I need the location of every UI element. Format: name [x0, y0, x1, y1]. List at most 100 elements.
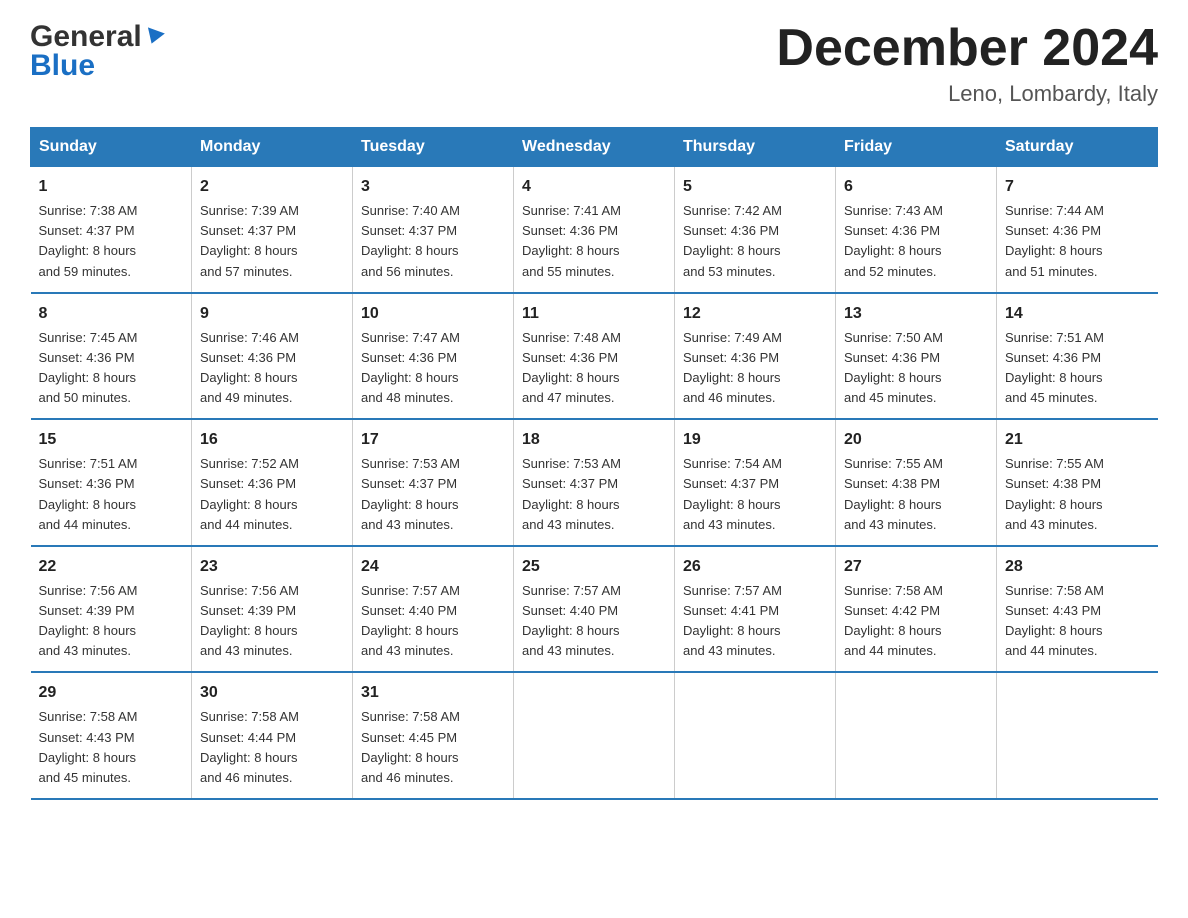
day-cell: 3Sunrise: 7:40 AMSunset: 4:37 PMDaylight… — [353, 167, 514, 293]
day-info: Sunrise: 7:47 AMSunset: 4:36 PMDaylight:… — [361, 328, 505, 409]
day-cell: 25Sunrise: 7:57 AMSunset: 4:40 PMDayligh… — [514, 546, 675, 673]
day-info: Sunrise: 7:58 AMSunset: 4:43 PMDaylight:… — [1005, 581, 1150, 662]
day-cell: 19Sunrise: 7:54 AMSunset: 4:37 PMDayligh… — [675, 419, 836, 546]
day-info: Sunrise: 7:39 AMSunset: 4:37 PMDaylight:… — [200, 201, 344, 282]
day-number: 6 — [844, 175, 988, 199]
day-info: Sunrise: 7:56 AMSunset: 4:39 PMDaylight:… — [200, 581, 344, 662]
day-info: Sunrise: 7:58 AMSunset: 4:43 PMDaylight:… — [39, 707, 184, 788]
day-info: Sunrise: 7:57 AMSunset: 4:41 PMDaylight:… — [683, 581, 827, 662]
day-number: 31 — [361, 681, 505, 705]
day-cell: 2Sunrise: 7:39 AMSunset: 4:37 PMDaylight… — [192, 167, 353, 293]
day-info: Sunrise: 7:50 AMSunset: 4:36 PMDaylight:… — [844, 328, 988, 409]
day-cell: 31Sunrise: 7:58 AMSunset: 4:45 PMDayligh… — [353, 672, 514, 799]
day-info: Sunrise: 7:49 AMSunset: 4:36 PMDaylight:… — [683, 328, 827, 409]
day-number: 9 — [200, 302, 344, 326]
day-number: 29 — [39, 681, 184, 705]
header-row: SundayMondayTuesdayWednesdayThursdayFrid… — [31, 128, 1158, 167]
day-cell: 15Sunrise: 7:51 AMSunset: 4:36 PMDayligh… — [31, 419, 192, 546]
day-cell: 5Sunrise: 7:42 AMSunset: 4:36 PMDaylight… — [675, 167, 836, 293]
day-cell: 18Sunrise: 7:53 AMSunset: 4:37 PMDayligh… — [514, 419, 675, 546]
day-number: 14 — [1005, 302, 1150, 326]
day-cell: 8Sunrise: 7:45 AMSunset: 4:36 PMDaylight… — [31, 293, 192, 420]
day-cell: 12Sunrise: 7:49 AMSunset: 4:36 PMDayligh… — [675, 293, 836, 420]
day-number: 7 — [1005, 175, 1150, 199]
day-number: 19 — [683, 428, 827, 452]
day-number: 21 — [1005, 428, 1150, 452]
location-subtitle: Leno, Lombardy, Italy — [776, 81, 1158, 107]
day-number: 27 — [844, 555, 988, 579]
day-number: 26 — [683, 555, 827, 579]
day-number: 5 — [683, 175, 827, 199]
day-cell: 4Sunrise: 7:41 AMSunset: 4:36 PMDaylight… — [514, 167, 675, 293]
day-cell — [997, 672, 1158, 799]
day-info: Sunrise: 7:54 AMSunset: 4:37 PMDaylight:… — [683, 454, 827, 535]
day-number: 30 — [200, 681, 344, 705]
header-cell-tuesday: Tuesday — [353, 128, 514, 167]
logo: General Blue — [30, 20, 163, 83]
day-number: 17 — [361, 428, 505, 452]
day-info: Sunrise: 7:48 AMSunset: 4:36 PMDaylight:… — [522, 328, 666, 409]
day-number: 2 — [200, 175, 344, 199]
day-cell: 13Sunrise: 7:50 AMSunset: 4:36 PMDayligh… — [836, 293, 997, 420]
day-number: 13 — [844, 302, 988, 326]
day-info: Sunrise: 7:38 AMSunset: 4:37 PMDaylight:… — [39, 201, 184, 282]
day-info: Sunrise: 7:53 AMSunset: 4:37 PMDaylight:… — [361, 454, 505, 535]
day-cell: 28Sunrise: 7:58 AMSunset: 4:43 PMDayligh… — [997, 546, 1158, 673]
day-number: 25 — [522, 555, 666, 579]
day-info: Sunrise: 7:52 AMSunset: 4:36 PMDaylight:… — [200, 454, 344, 535]
header-cell-friday: Friday — [836, 128, 997, 167]
day-number: 23 — [200, 555, 344, 579]
day-info: Sunrise: 7:51 AMSunset: 4:36 PMDaylight:… — [1005, 328, 1150, 409]
day-info: Sunrise: 7:42 AMSunset: 4:36 PMDaylight:… — [683, 201, 827, 282]
day-cell: 24Sunrise: 7:57 AMSunset: 4:40 PMDayligh… — [353, 546, 514, 673]
day-info: Sunrise: 7:58 AMSunset: 4:42 PMDaylight:… — [844, 581, 988, 662]
day-number: 4 — [522, 175, 666, 199]
day-number: 11 — [522, 302, 666, 326]
header-cell-wednesday: Wednesday — [514, 128, 675, 167]
day-cell: 26Sunrise: 7:57 AMSunset: 4:41 PMDayligh… — [675, 546, 836, 673]
day-number: 16 — [200, 428, 344, 452]
day-info: Sunrise: 7:41 AMSunset: 4:36 PMDaylight:… — [522, 201, 666, 282]
header-cell-saturday: Saturday — [997, 128, 1158, 167]
calendar-body: 1Sunrise: 7:38 AMSunset: 4:37 PMDaylight… — [31, 167, 1158, 799]
calendar-table: SundayMondayTuesdayWednesdayThursdayFrid… — [30, 127, 1158, 800]
day-cell — [675, 672, 836, 799]
day-info: Sunrise: 7:58 AMSunset: 4:44 PMDaylight:… — [200, 707, 344, 788]
day-info: Sunrise: 7:57 AMSunset: 4:40 PMDaylight:… — [522, 581, 666, 662]
day-number: 12 — [683, 302, 827, 326]
title-section: December 2024 Leno, Lombardy, Italy — [776, 20, 1158, 107]
day-number: 18 — [522, 428, 666, 452]
day-cell — [514, 672, 675, 799]
day-info: Sunrise: 7:51 AMSunset: 4:36 PMDaylight:… — [39, 454, 184, 535]
day-number: 8 — [39, 302, 184, 326]
day-cell: 23Sunrise: 7:56 AMSunset: 4:39 PMDayligh… — [192, 546, 353, 673]
page-header: General Blue December 2024 Leno, Lombard… — [30, 20, 1158, 107]
header-cell-thursday: Thursday — [675, 128, 836, 167]
day-info: Sunrise: 7:46 AMSunset: 4:36 PMDaylight:… — [200, 328, 344, 409]
logo-blue: Blue — [30, 49, 95, 83]
day-cell: 29Sunrise: 7:58 AMSunset: 4:43 PMDayligh… — [31, 672, 192, 799]
week-row-5: 29Sunrise: 7:58 AMSunset: 4:43 PMDayligh… — [31, 672, 1158, 799]
day-info: Sunrise: 7:43 AMSunset: 4:36 PMDaylight:… — [844, 201, 988, 282]
day-info: Sunrise: 7:57 AMSunset: 4:40 PMDaylight:… — [361, 581, 505, 662]
day-info: Sunrise: 7:58 AMSunset: 4:45 PMDaylight:… — [361, 707, 505, 788]
day-cell: 16Sunrise: 7:52 AMSunset: 4:36 PMDayligh… — [192, 419, 353, 546]
month-year-title: December 2024 — [776, 20, 1158, 77]
day-info: Sunrise: 7:53 AMSunset: 4:37 PMDaylight:… — [522, 454, 666, 535]
day-number: 3 — [361, 175, 505, 199]
day-cell: 22Sunrise: 7:56 AMSunset: 4:39 PMDayligh… — [31, 546, 192, 673]
day-info: Sunrise: 7:55 AMSunset: 4:38 PMDaylight:… — [1005, 454, 1150, 535]
header-cell-sunday: Sunday — [31, 128, 192, 167]
day-number: 10 — [361, 302, 505, 326]
day-cell: 1Sunrise: 7:38 AMSunset: 4:37 PMDaylight… — [31, 167, 192, 293]
day-cell: 9Sunrise: 7:46 AMSunset: 4:36 PMDaylight… — [192, 293, 353, 420]
day-number: 24 — [361, 555, 505, 579]
day-cell: 6Sunrise: 7:43 AMSunset: 4:36 PMDaylight… — [836, 167, 997, 293]
day-info: Sunrise: 7:45 AMSunset: 4:36 PMDaylight:… — [39, 328, 184, 409]
day-cell: 20Sunrise: 7:55 AMSunset: 4:38 PMDayligh… — [836, 419, 997, 546]
day-cell: 14Sunrise: 7:51 AMSunset: 4:36 PMDayligh… — [997, 293, 1158, 420]
day-cell: 10Sunrise: 7:47 AMSunset: 4:36 PMDayligh… — [353, 293, 514, 420]
day-number: 1 — [39, 175, 184, 199]
day-info: Sunrise: 7:44 AMSunset: 4:36 PMDaylight:… — [1005, 201, 1150, 282]
day-cell: 27Sunrise: 7:58 AMSunset: 4:42 PMDayligh… — [836, 546, 997, 673]
